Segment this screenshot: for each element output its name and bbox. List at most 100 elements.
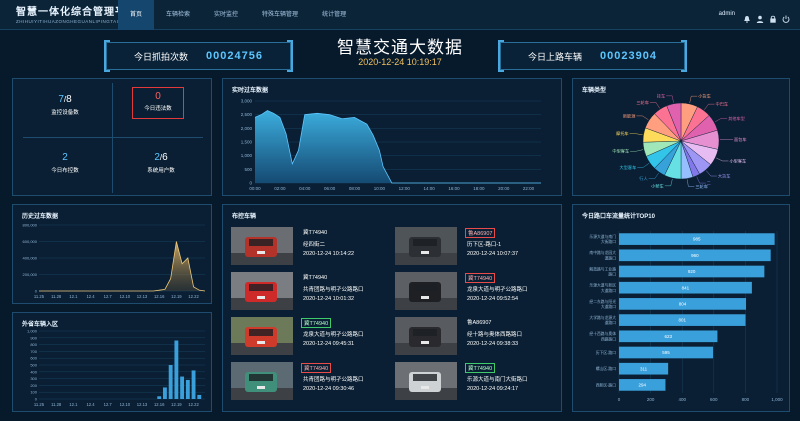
pie-label: 挂车 — [657, 92, 665, 99]
vehicle-location: 共青团路与明孑公路路口 — [303, 377, 364, 383]
category-label: 历下区-路口 — [596, 350, 616, 355]
vehicle-photo[interactable] — [231, 362, 293, 400]
devices-label: 监控设备数 — [51, 110, 79, 116]
nav-home[interactable]: 首页 — [118, 0, 155, 30]
x-tick-label: 16:00 — [448, 186, 460, 191]
x-tick-label: 600 — [710, 397, 718, 402]
pie-label: 三轮车 — [636, 99, 649, 106]
x-tick-label: 12.22 — [188, 294, 199, 299]
capture-count-value: 00024756 — [206, 50, 263, 62]
pie-leader-line — [714, 118, 728, 123]
pie-leader-line — [630, 149, 644, 152]
bar-value-label: 623 — [664, 334, 672, 339]
vehicle-location: 经四街二 — [303, 242, 326, 248]
bar — [197, 394, 202, 399]
controlled-vehicle-card[interactable]: 冀T74940 经四街二 2020-12-24 10:14:22 — [231, 227, 381, 271]
category-label: 大道路口 — [601, 304, 616, 309]
bell-icon[interactable] — [743, 10, 751, 23]
history-panel: 历史过车数据 0 200,000 400,000 600,000 800,000 11.2… — [12, 204, 212, 304]
bar-value-label: 311 — [640, 366, 648, 371]
power-icon[interactable] — [782, 10, 790, 23]
pie-leader-line — [687, 179, 695, 187]
controlled-vehicle-card[interactable]: 冀T74940 龙泉大道与明孑公路路口 2020-12-24 09:45:31 — [231, 317, 381, 361]
controlled-vehicle-card[interactable]: 鲁A86907 历下区-路口-1 2020-12-24 10:07:37 — [395, 227, 545, 271]
nav-live-monitor[interactable]: 实时监控 — [202, 0, 250, 30]
pie-leader-line — [664, 178, 673, 187]
controlled-vehicle-card[interactable]: 冀T74940 共青团路与明孑公路路口 2020-12-24 10:01:32 — [231, 272, 381, 316]
x-tick-label: 0 — [618, 397, 621, 402]
users-total: 6 — [162, 152, 168, 163]
category-label: 乐源大道与新区 — [589, 283, 616, 288]
y-tick-label: 300 — [30, 376, 37, 381]
x-tick-label: 11.25 — [34, 402, 45, 407]
devices-total: 8 — [66, 94, 72, 105]
username[interactable]: admin — [719, 11, 735, 17]
vehicle-plate: 冀T74940 — [301, 318, 332, 328]
y-tick-label: 2,000 — [241, 126, 253, 131]
y-tick-label: 600,000 — [23, 239, 38, 244]
pie-leader-line — [637, 163, 650, 168]
brand: 智慧一体化综合管理平台 ZHIHUIYITIHUAZONGHEGUANLIPIN… — [16, 3, 136, 24]
y-tick-label: 0 — [35, 397, 38, 402]
pie-leader-line — [706, 170, 717, 177]
vehicle-time: 2020-12-24 09:24:17 — [467, 386, 519, 392]
pie-label: 摩托车 — [616, 130, 629, 137]
y-tick-label: 3,000 — [241, 99, 253, 104]
lock-icon[interactable] — [769, 10, 777, 23]
vehicle-photo[interactable] — [395, 272, 457, 310]
bar — [180, 376, 185, 399]
current-datetime: 2020-12-24 10:19:17 — [358, 57, 442, 67]
category-label: 道路口 — [605, 255, 617, 260]
category-label: 乐源大道与南门 — [589, 234, 616, 239]
vehicle-time: 2020-12-24 10:07:37 — [467, 251, 519, 257]
pie-label: 行人 — [639, 175, 648, 182]
vehicle-plate: 冀T74940 — [465, 273, 496, 283]
vehicle-time: 2020-12-24 09:52:54 — [467, 296, 519, 302]
bar-value-label: 841 — [682, 285, 690, 290]
vehicle-plate: 鲁A86907 — [467, 320, 492, 326]
y-tick-label: 0 — [249, 181, 252, 186]
nav-special-vehicles[interactable]: 特殊车辆管理 — [250, 0, 310, 30]
vehicle-time: 2020-12-24 09:30:46 — [303, 386, 355, 392]
violations-tile[interactable]: 0 今日违法数 — [132, 87, 184, 119]
vehicle-photo[interactable] — [231, 317, 293, 355]
pie-leader-line — [636, 115, 649, 120]
pie-leader-line — [704, 103, 715, 110]
category-label: 西路路口 — [601, 336, 616, 341]
area-series — [255, 110, 541, 183]
category-label: 大街路口 — [601, 239, 616, 244]
vehicle-photo[interactable] — [395, 362, 457, 400]
pie-label: 小货车 — [698, 93, 711, 100]
controlled-vehicle-card[interactable]: 鲁A86907 经十路与奥体西路路口 2020-12-24 09:38:33 — [395, 317, 545, 361]
pie-label: 面包车 — [734, 136, 747, 143]
controlled-vehicle-card[interactable]: 冀T74940 乐源大道与南门大街路口 2020-12-24 09:24:17 — [395, 362, 545, 406]
vehicle-photo[interactable] — [395, 317, 457, 355]
controlled-vehicle-card[interactable]: 冀T74940 龙泉大道与明孑公路路口 2020-12-24 09:52:54 — [395, 272, 545, 316]
vehicle-photo[interactable] — [231, 272, 293, 310]
vehicle-type-pie-chart: 小货车中巴车其他车型面包车小型客车大货车二三轮车小轿车行人大型客车中型客车摩托车… — [612, 92, 747, 190]
controlled-vehicle-card[interactable]: 冀T74940 共青团路与明孑公路路口 2020-12-24 09:30:46 — [231, 362, 381, 406]
x-tick-label: 12.22 — [188, 402, 199, 407]
x-tick-label: 12.1 — [69, 402, 78, 407]
vehicle-photo[interactable] — [231, 227, 293, 265]
capture-count-label: 今日抓拍次数 — [134, 51, 189, 62]
x-tick-label: 22:00 — [523, 186, 535, 191]
nav-statistics[interactable]: 统计管理 — [310, 0, 358, 30]
top-bar: 智慧一体化综合管理平台 ZHIHUIYITIHUAZONGHEGUANLIPIN… — [0, 0, 800, 30]
bar — [191, 370, 196, 399]
y-tick-label: 900 — [30, 335, 37, 340]
bar — [157, 396, 162, 399]
nav-vehicle-search[interactable]: 车辆检索 — [154, 0, 202, 30]
x-tick-label: 04:00 — [299, 186, 311, 191]
x-tick-label: 18:00 — [473, 186, 485, 191]
x-tick-label: 400 — [678, 397, 686, 402]
category-label: 西新区-路口 — [596, 382, 616, 387]
vehicle-plate: 冀T74940 — [465, 363, 496, 373]
pie-leader-line — [649, 102, 660, 109]
category-label: 道路口 — [605, 320, 617, 325]
vehicle-photo[interactable] — [395, 227, 457, 265]
top10-panel: 今日路口车流量统计TOP10 0 200 400 600 800 1,000 985 乐源大道… — [572, 204, 790, 412]
vehicle-location: 龙泉大道与明孑公路路口 — [467, 287, 528, 293]
x-tick-label: 12.4 — [86, 294, 95, 299]
user-icon[interactable] — [756, 10, 764, 23]
